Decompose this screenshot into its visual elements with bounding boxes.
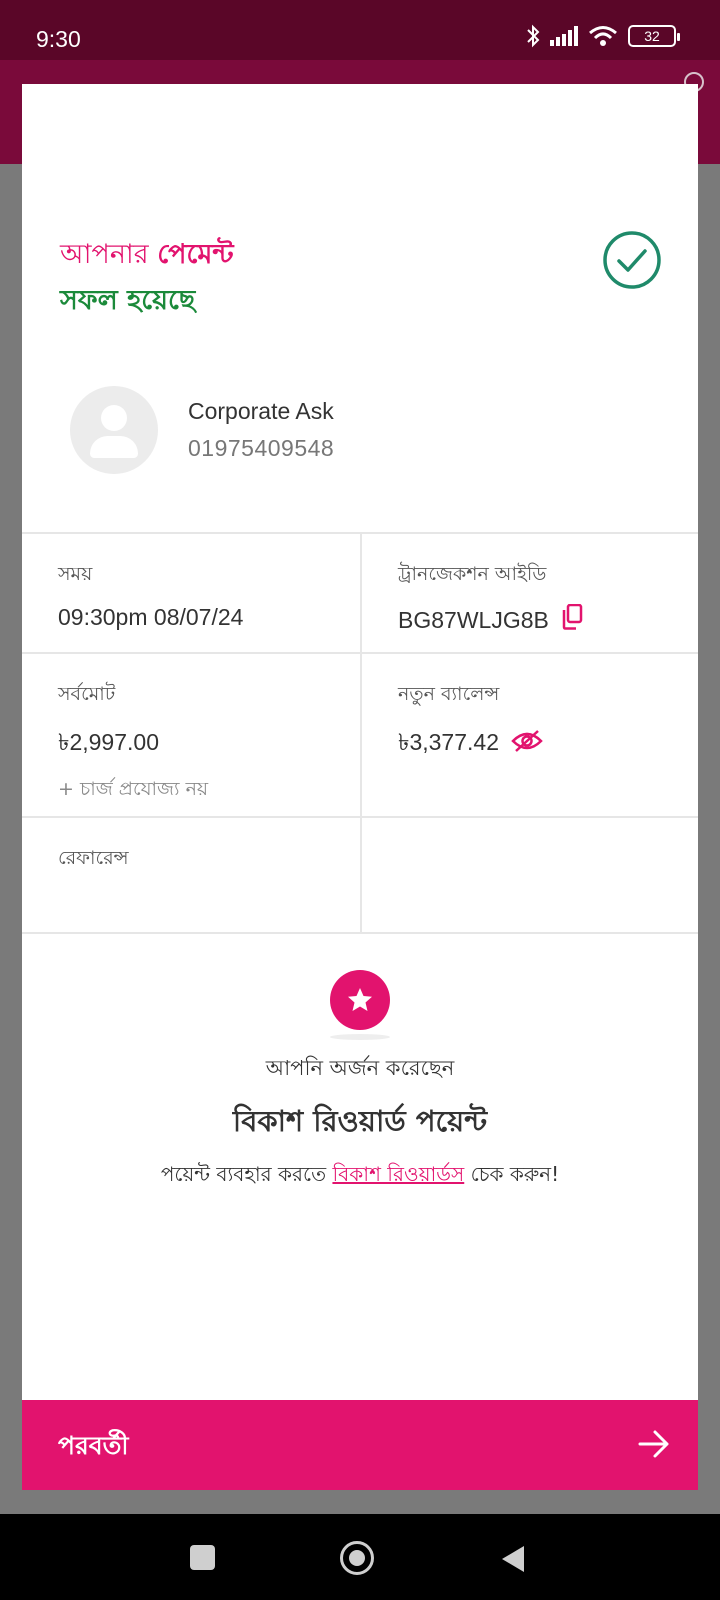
- next-label: পরবর্তী: [58, 1431, 129, 1460]
- back-icon[interactable]: [500, 1544, 526, 1578]
- total-cell: সর্বমোট ৳2,997.00 + চার্জ প্রযোজ্য নয়: [22, 654, 360, 816]
- reward-section: আপনি অর্জন করেছেন বিকাশ রিওয়ার্ড পয়েন্…: [22, 970, 698, 1193]
- success-line-2: সফল হয়েছে: [60, 285, 196, 316]
- balance-cell: নতুন ব্যালেন্স ৳3,377.42: [360, 654, 698, 816]
- transaction-id-value: BG87WLJG8B: [398, 603, 698, 636]
- next-button[interactable]: পরবর্তী: [22, 1400, 698, 1490]
- reward-earned-text: আপনি অর্জন করেছেন: [265, 1056, 455, 1080]
- total-label: সর্বমোট: [58, 683, 116, 705]
- reward-title: বিকাশ রিওয়ার্ড পয়েন্ট: [232, 1104, 488, 1138]
- wifi-icon: [588, 25, 618, 47]
- badge-shadow: [330, 1034, 390, 1040]
- success-message: আপনার পেমেন্ট সফল হয়েছে: [60, 232, 234, 324]
- balance-value: ৳3,377.42: [398, 724, 698, 763]
- details-row-1: সময় 09:30pm 08/07/24 ট্রানজেকশন আইডি BG…: [22, 534, 698, 654]
- rewards-link[interactable]: বিকাশ রিওয়ার্ডস: [332, 1162, 464, 1186]
- eye-off-icon[interactable]: [511, 729, 543, 759]
- recents-icon[interactable]: [190, 1545, 215, 1570]
- charge-note: + চার্জ প্রযোজ্য নয়: [58, 778, 209, 800]
- signal-icon: [550, 26, 578, 46]
- time-label: সময়: [58, 563, 93, 585]
- arrow-right-icon: [638, 1429, 670, 1463]
- system-nav-bar: [0, 1514, 720, 1600]
- home-icon[interactable]: [340, 1541, 374, 1575]
- balance-label: নতুন ব্যালেন্স: [398, 683, 500, 705]
- recipient-info: Corporate Ask 01975409548: [70, 386, 334, 474]
- total-value: ৳2,997.00: [58, 729, 159, 755]
- check-circle-icon: [603, 231, 661, 289]
- copy-icon[interactable]: [561, 603, 583, 636]
- time-value: 09:30pm 08/07/24: [58, 604, 244, 630]
- details-row-3: রেফারেন্স: [22, 818, 698, 934]
- details-row-2: সর্বমোট ৳2,997.00 + চার্জ প্রযোজ্য নয় ন…: [22, 654, 698, 818]
- recipient-name: Corporate Ask: [188, 398, 334, 424]
- transaction-id-cell: ট্রানজেকশন আইডি BG87WLJG8B: [360, 534, 698, 652]
- reference-cell: রেফারেন্স: [22, 818, 360, 932]
- status-icons: 32: [526, 24, 680, 48]
- reference-label: রেফারেন্স: [58, 847, 129, 869]
- reward-note: পয়েন্ট ব্যবহার করতে বিকাশ রিওয়ার্ডস চে…: [160, 1162, 560, 1186]
- time-cell: সময় 09:30pm 08/07/24: [22, 534, 360, 652]
- success-line-1: আপনার পেমেন্ট: [60, 239, 234, 270]
- status-time: 9:30: [36, 26, 81, 52]
- transaction-id-label: ট্রানজেকশন আইডি: [398, 563, 547, 585]
- payment-success-card: আপনার পেমেন্ট সফল হয়েছে Corporate Ask 0…: [22, 84, 698, 1490]
- empty-cell: [360, 818, 698, 932]
- avatar: [70, 386, 158, 474]
- star-icon: [330, 970, 390, 1030]
- transaction-details: সময় 09:30pm 08/07/24 ট্রানজেকশন আইডি BG…: [22, 532, 698, 934]
- bluetooth-icon: [526, 24, 540, 48]
- battery-icon: 32: [628, 25, 680, 47]
- recipient-number: 01975409548: [188, 435, 335, 461]
